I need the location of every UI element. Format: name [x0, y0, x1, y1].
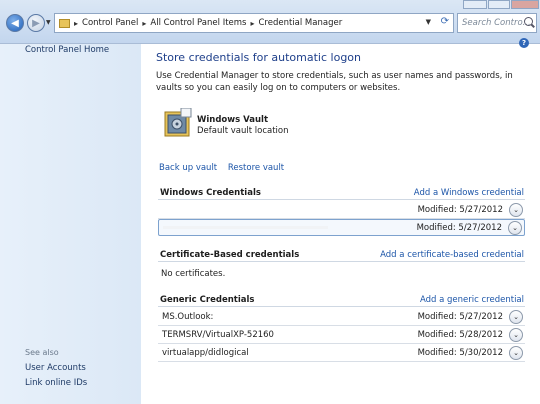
add-windows-credential-link[interactable]: Add a Windows credential — [414, 188, 524, 198]
control-panel-icon — [59, 18, 70, 28]
no-certificates-text: No certificates. — [161, 269, 226, 279]
page-description: Use Credential Manager to store credenti… — [156, 71, 513, 93]
chevron-right-icon[interactable]: ▸ — [142, 19, 146, 28]
see-also-label: See also — [25, 348, 59, 357]
back-button[interactable]: ◀ — [6, 14, 24, 32]
recent-pages-dropdown[interactable]: ▼ — [46, 19, 51, 26]
credential-row[interactable]: Modified: 5/27/2012 ⌄ — [158, 202, 525, 219]
address-toolbar: ◀ ▶ ▼ ▸ Control Panel ▸ All Control Pane… — [0, 0, 540, 44]
breadcrumb-credential-manager[interactable]: Credential Manager — [258, 18, 342, 28]
windows-credentials-header: Windows Credentials Add a Windows creden… — [158, 186, 525, 200]
certificate-credentials-title: Certificate-Based credentials — [160, 250, 300, 260]
left-pane — [0, 44, 141, 404]
vault-name[interactable]: Windows Vault — [197, 115, 268, 125]
search-icon[interactable] — [524, 17, 533, 26]
add-generic-credential-link[interactable]: Add a generic credential — [420, 295, 524, 305]
generic-credentials-title: Generic Credentials — [160, 295, 255, 305]
maximize-button[interactable] — [488, 0, 510, 9]
credential-modified: Modified: 5/30/2012 — [417, 348, 503, 358]
credential-name: TERMSRV/VirtualXP-52160 — [162, 330, 274, 340]
expand-chevron-icon[interactable]: ⌄ — [508, 221, 522, 235]
credential-modified: Modified: 5/27/2012 — [416, 223, 502, 233]
breadcrumb-all-items[interactable]: All Control Panel Items — [150, 18, 246, 28]
control-panel-home-link[interactable]: Control Panel Home — [25, 45, 109, 55]
credential-modified: Modified: 5/27/2012 — [417, 312, 503, 322]
credential-name: virtualapp/didlogical — [162, 348, 249, 358]
back-up-vault-link[interactable]: Back up vault — [159, 163, 217, 173]
link-online-ids-link[interactable]: Link online IDs — [25, 378, 87, 388]
windows-credentials-title: Windows Credentials — [160, 188, 261, 198]
help-icon[interactable]: ? — [519, 38, 529, 48]
add-certificate-credential-link[interactable]: Add a certificate-based credential — [380, 250, 524, 260]
search-placeholder: Search Contro... — [462, 18, 531, 28]
forward-button[interactable]: ▶ — [27, 14, 45, 32]
restore-vault-link[interactable]: Restore vault — [228, 163, 284, 173]
chevron-right-icon[interactable]: ▸ — [74, 19, 78, 28]
expand-chevron-icon[interactable]: ⌄ — [509, 346, 523, 360]
certificate-credentials-header: Certificate-Based credentials Add a cert… — [158, 248, 525, 262]
address-dropdown-icon[interactable]: ▼ — [426, 18, 431, 26]
back-arrow-icon: ◀ — [11, 17, 19, 29]
credential-modified: Modified: 5/27/2012 — [417, 205, 503, 215]
generic-credentials-header: Generic Credentials Add a generic creden… — [158, 293, 525, 307]
close-button[interactable] — [511, 0, 539, 9]
credential-name: MS.Outlook: — [162, 312, 214, 322]
vault-subtitle: Default vault location — [197, 126, 289, 136]
breadcrumb-control-panel[interactable]: Control Panel — [82, 18, 138, 28]
chevron-right-icon[interactable]: ▸ — [250, 19, 254, 28]
minimize-button[interactable] — [463, 0, 487, 9]
expand-chevron-icon[interactable]: ⌄ — [509, 310, 523, 324]
credential-row[interactable]: virtualapp/didlogical Modified: 5/30/201… — [158, 345, 525, 362]
user-accounts-link[interactable]: User Accounts — [25, 363, 86, 373]
credential-modified: Modified: 5/28/2012 — [417, 330, 503, 340]
credential-row[interactable]: MS.Outlook: Modified: 5/27/2012 ⌄ — [158, 309, 525, 326]
vault-icon — [164, 108, 192, 137]
forward-arrow-icon: ▶ — [32, 17, 40, 29]
refresh-icon[interactable]: ⟳ — [441, 16, 449, 27]
credential-row[interactable]: TERMSRV/VirtualXP-52160 Modified: 5/28/2… — [158, 327, 525, 344]
page-title: Store credentials for automatic logon — [156, 51, 361, 64]
redacted-name — [163, 226, 328, 229]
expand-chevron-icon[interactable]: ⌄ — [509, 328, 523, 342]
expand-chevron-icon[interactable]: ⌄ — [509, 203, 523, 217]
address-bar[interactable]: ▸ Control Panel ▸ All Control Panel Item… — [54, 13, 454, 33]
credential-row[interactable]: Modified: 5/27/2012 ⌄ — [158, 219, 525, 236]
search-input[interactable]: Search Contro... — [457, 13, 537, 33]
